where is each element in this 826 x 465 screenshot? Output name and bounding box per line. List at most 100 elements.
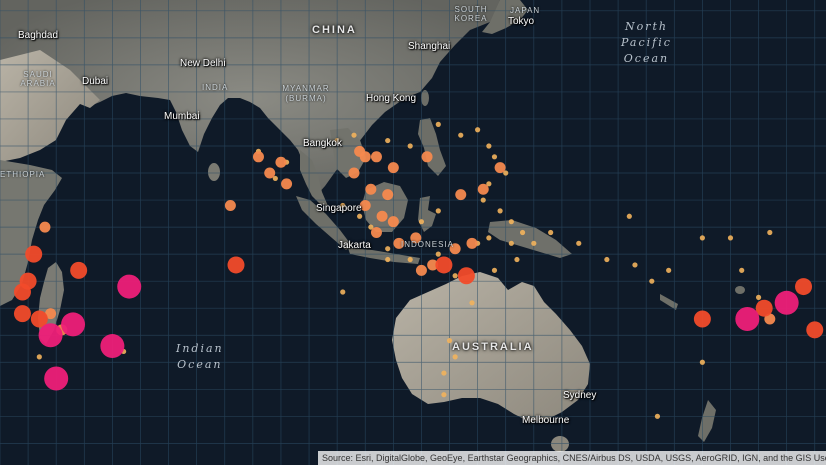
country-label-saudi-arabia: SAUDI ARABIA xyxy=(20,70,56,88)
earthquake-marker-medium[interactable] xyxy=(421,151,433,163)
earthquake-marker-medium[interactable] xyxy=(477,183,489,195)
earthquake-marker-medium[interactable] xyxy=(370,151,382,163)
earthquake-marker-xlarge[interactable] xyxy=(735,307,760,332)
earthquake-marker-small[interactable] xyxy=(357,213,363,219)
earthquake-marker-medium[interactable] xyxy=(39,221,51,233)
earthquake-marker-small[interactable] xyxy=(469,300,475,306)
earthquake-marker-small[interactable] xyxy=(497,208,503,214)
earthquake-marker-medium[interactable] xyxy=(359,151,371,163)
earthquake-marker-xlarge[interactable] xyxy=(100,334,125,359)
country-label-south-korea: SOUTH KOREA xyxy=(454,5,488,23)
earthquake-marker-medium[interactable] xyxy=(224,199,236,211)
earthquake-marker-small[interactable] xyxy=(36,354,42,360)
earthquake-marker-small[interactable] xyxy=(407,143,413,149)
earthquake-marker-small[interactable] xyxy=(767,229,773,236)
earthquake-marker-small[interactable] xyxy=(435,251,441,257)
country-label-india: INDIA xyxy=(202,83,229,92)
earthquake-marker-small[interactable] xyxy=(441,370,447,376)
earthquake-marker-small[interactable] xyxy=(699,359,705,365)
earthquake-marker-large[interactable] xyxy=(693,310,711,328)
earthquake-marker-small[interactable] xyxy=(649,278,655,284)
earthquake-marker-large[interactable] xyxy=(13,283,31,301)
earthquake-marker-small[interactable] xyxy=(508,219,514,225)
earthquake-marker-medium[interactable] xyxy=(415,264,427,276)
earthquake-marker-small[interactable] xyxy=(458,132,464,138)
earthquake-marker-medium[interactable] xyxy=(252,151,264,163)
earthquake-marker-small[interactable] xyxy=(491,154,498,160)
earthquake-marker-medium[interactable] xyxy=(382,189,394,201)
earthquake-marker-small[interactable] xyxy=(531,240,537,246)
earthquake-marker-small[interactable] xyxy=(727,235,734,241)
earthquake-marker-medium[interactable] xyxy=(466,237,478,249)
city-label-shanghai: Shanghai xyxy=(408,41,451,52)
earthquake-marker-small[interactable] xyxy=(340,289,346,295)
earthquake-marker-medium[interactable] xyxy=(494,162,506,174)
earthquake-marker-medium[interactable] xyxy=(455,189,467,201)
earthquake-marker-small[interactable] xyxy=(441,392,447,398)
earthquake-marker-large[interactable] xyxy=(227,256,245,274)
earthquake-marker-small[interactable] xyxy=(514,256,520,263)
earthquake-marker-large[interactable] xyxy=(806,321,824,339)
earthquake-marker-small[interactable] xyxy=(452,273,458,279)
earthquake-marker-small[interactable] xyxy=(632,262,638,268)
city-label-new-delhi: New Delhi xyxy=(180,58,226,69)
earthquake-marker-large[interactable] xyxy=(795,278,813,296)
earthquake-marker-small[interactable] xyxy=(519,229,526,236)
country-label-ethiopia: ETHIOPIA xyxy=(0,170,46,179)
earthquake-marker-small[interactable] xyxy=(452,354,458,360)
earthquake-marker-small[interactable] xyxy=(508,240,514,246)
earthquake-marker-xlarge[interactable] xyxy=(774,290,799,315)
earthquake-marker-small[interactable] xyxy=(491,267,498,273)
earthquake-marker-medium[interactable] xyxy=(387,162,399,174)
earthquake-marker-small[interactable] xyxy=(486,235,492,241)
earthquake-marker-small[interactable] xyxy=(626,213,632,219)
map-attribution[interactable]: Source: Esri, DigitalGlobe, GeoEye, Eart… xyxy=(318,451,826,465)
earthquake-marker-xlarge[interactable] xyxy=(38,323,63,348)
land-sri-lanka xyxy=(208,163,220,181)
earthquake-marker-xlarge[interactable] xyxy=(61,312,86,337)
earthquake-marker-small[interactable] xyxy=(435,208,441,214)
earthquake-marker-medium[interactable] xyxy=(348,167,360,179)
earthquake-marker-medium[interactable] xyxy=(376,210,388,222)
earthquake-marker-small[interactable] xyxy=(699,235,705,241)
earthquake-marker-medium[interactable] xyxy=(281,178,293,190)
earthquake-marker-small[interactable] xyxy=(351,132,357,138)
earthquake-marker-medium[interactable] xyxy=(387,216,399,228)
earthquake-marker-small[interactable] xyxy=(418,219,425,225)
earthquake-marker-large[interactable] xyxy=(25,245,43,263)
earthquake-marker-large[interactable] xyxy=(457,267,475,285)
earthquake-marker-small[interactable] xyxy=(576,240,582,246)
earthquake-marker-small[interactable] xyxy=(604,256,610,263)
earthquake-marker-xlarge[interactable] xyxy=(117,274,142,299)
earthquake-marker-large[interactable] xyxy=(13,305,31,323)
earthquake-marker-small[interactable] xyxy=(385,246,391,252)
ocean-label-pacific-line2: Pacific xyxy=(621,36,672,49)
earthquake-marker-small[interactable] xyxy=(548,229,554,236)
earthquake-marker-small[interactable] xyxy=(480,197,486,203)
country-label-australia: AUSTRALIA xyxy=(452,341,534,353)
city-label-singapore: Singapore xyxy=(316,203,362,214)
earthquake-marker-small[interactable] xyxy=(435,121,441,127)
earthquake-marker-xlarge[interactable] xyxy=(44,366,69,391)
earthquake-marker-small[interactable] xyxy=(407,256,413,263)
city-label-melbourne: Melbourne xyxy=(522,415,570,426)
country-label-japan: JAPAN xyxy=(510,6,541,15)
earthquake-marker-large[interactable] xyxy=(435,256,453,274)
earthquake-marker-medium[interactable] xyxy=(370,227,382,238)
earthquake-marker-small[interactable] xyxy=(486,143,492,149)
earthquake-marker-small[interactable] xyxy=(385,137,391,144)
map-canvas[interactable] xyxy=(0,0,826,465)
earthquake-marker-small[interactable] xyxy=(666,267,672,273)
earthquake-marker-small[interactable] xyxy=(654,413,661,419)
ocean-label-indian: Indian Ocean xyxy=(176,341,224,373)
earthquake-marker-medium[interactable] xyxy=(275,156,287,168)
earthquake-marker-small[interactable] xyxy=(755,294,762,300)
city-label-dubai: Dubai xyxy=(82,76,109,87)
city-label-jakarta: Jakarta xyxy=(338,240,371,251)
earthquake-marker-small[interactable] xyxy=(739,267,745,273)
earthquake-marker-small[interactable] xyxy=(385,256,391,263)
earthquake-marker-large[interactable] xyxy=(70,261,88,279)
earthquake-marker-medium[interactable] xyxy=(365,183,377,195)
earthquake-marker-small[interactable] xyxy=(475,127,481,133)
earthquake-marker-medium[interactable] xyxy=(264,167,276,179)
